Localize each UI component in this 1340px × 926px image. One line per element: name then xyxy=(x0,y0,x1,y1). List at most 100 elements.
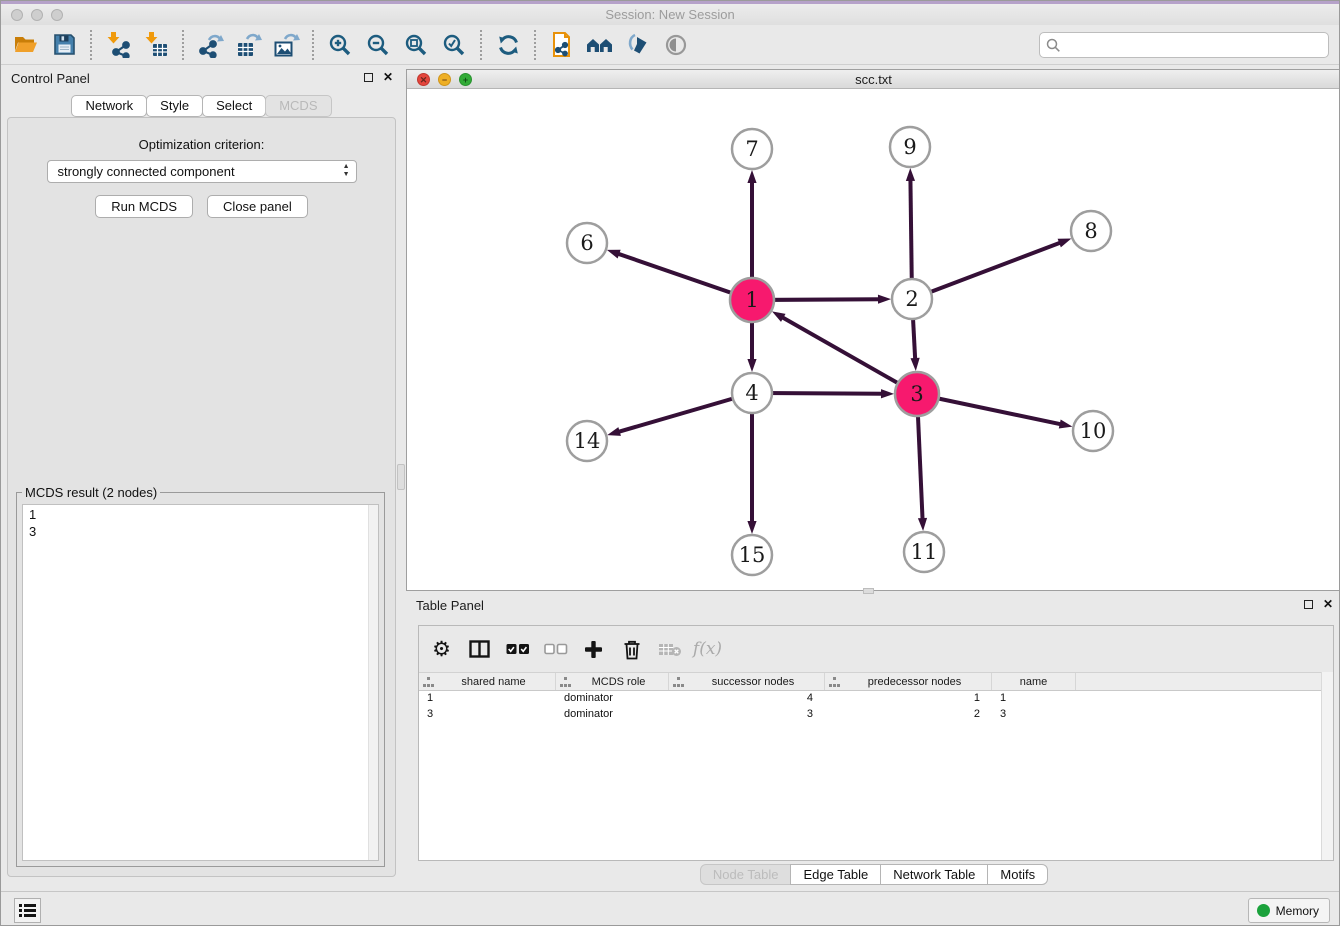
table-tabs: Node TableEdge TableNetwork TableMotifs xyxy=(406,864,1340,885)
table-toolbar: ⚙ xyxy=(419,626,1333,672)
frame-splitter-grip[interactable] xyxy=(863,588,874,594)
graph-node-8[interactable]: 8 xyxy=(1071,211,1111,251)
status-bar: Memory xyxy=(1,891,1339,926)
zoom-in-button[interactable] xyxy=(321,28,359,62)
gestures-button[interactable] xyxy=(619,28,657,62)
svg-text:3: 3 xyxy=(910,382,923,406)
graph-node-15[interactable]: 15 xyxy=(732,535,772,575)
tab-style[interactable]: Style xyxy=(146,95,203,117)
import-table-button[interactable] xyxy=(137,28,175,62)
import-network-button[interactable] xyxy=(99,28,137,62)
panel-splitter-grip[interactable] xyxy=(397,464,405,490)
open-session-button[interactable] xyxy=(7,28,45,62)
equation-builder-button[interactable]: f(x) xyxy=(693,634,722,664)
svg-text:15: 15 xyxy=(739,543,766,567)
deselect-all-button[interactable] xyxy=(541,634,570,664)
tab-network[interactable]: Network xyxy=(71,95,147,117)
table-tab-network-table[interactable]: Network Table xyxy=(880,864,988,885)
table-cell: 3 xyxy=(669,707,825,723)
result-scrollbar[interactable] xyxy=(368,505,378,860)
gesture-icon xyxy=(626,32,650,57)
svg-text:4: 4 xyxy=(745,381,758,405)
graph-node-3[interactable]: 3 xyxy=(895,372,939,416)
edge-arrowhead xyxy=(918,518,927,531)
select-all-button[interactable] xyxy=(503,634,532,664)
search-input[interactable] xyxy=(1039,32,1329,58)
refresh-icon xyxy=(496,33,521,57)
zoom-selected-icon xyxy=(442,33,466,57)
table-cell: 1 xyxy=(992,691,1076,707)
svg-text:11: 11 xyxy=(911,540,938,564)
close-table-panel-icon[interactable]: ✕ xyxy=(1323,599,1333,609)
svg-text:1: 1 xyxy=(745,288,758,312)
float-panel-icon[interactable] xyxy=(364,73,373,82)
zoom-selected-button[interactable] xyxy=(435,28,473,62)
function-icon: f(x) xyxy=(693,639,722,659)
edge-arrowhead xyxy=(911,358,920,371)
graph-node-2[interactable]: 2 xyxy=(892,279,932,319)
main-area: Control Panel ✕ NetworkStyleSelectMCDS O… xyxy=(1,65,1339,891)
export-network-button[interactable] xyxy=(191,28,229,62)
run-mcds-button[interactable]: Run MCDS xyxy=(95,195,193,218)
close-panel-icon[interactable]: ✕ xyxy=(383,72,393,82)
create-column-button[interactable] xyxy=(579,634,608,664)
clone-network-button[interactable] xyxy=(543,28,581,62)
apply-layout-button[interactable] xyxy=(489,28,527,62)
table-panel-header: Table Panel ✕ xyxy=(406,596,1340,618)
memory-button[interactable]: Memory xyxy=(1248,898,1330,923)
show-column-panel-button[interactable] xyxy=(465,634,494,664)
mcds-result-text[interactable]: 1 3 xyxy=(22,504,379,861)
graph-node-7[interactable]: 7 xyxy=(732,129,772,169)
column-type-icon xyxy=(560,677,571,687)
graph-node-9[interactable]: 9 xyxy=(890,127,930,167)
graph-edge-3-1[interactable] xyxy=(782,317,917,394)
save-floppy-icon xyxy=(53,33,76,56)
delete-table-button[interactable] xyxy=(655,634,684,664)
mcds-tab-content: Optimization criterion: strongly connect… xyxy=(7,117,396,877)
table-row[interactable]: 1dominator411 xyxy=(419,691,1333,707)
show-details-button[interactable] xyxy=(657,28,695,62)
save-session-button[interactable] xyxy=(45,28,83,62)
table-cell: 3 xyxy=(992,707,1076,723)
graph-node-14[interactable]: 14 xyxy=(567,421,607,461)
zoom-out-button[interactable] xyxy=(359,28,397,62)
edge-arrowhead xyxy=(607,250,621,259)
table-scrollbar[interactable] xyxy=(1321,672,1333,860)
graph-node-10[interactable]: 10 xyxy=(1073,411,1113,451)
column-header-successor-nodes[interactable]: successor nodes xyxy=(669,673,825,690)
zoom-fit-button[interactable] xyxy=(397,28,435,62)
tab-mcds[interactable]: MCDS xyxy=(265,95,331,117)
column-header-shared-name[interactable]: shared name xyxy=(419,673,556,690)
columns-icon xyxy=(469,640,490,658)
column-header-name[interactable]: name xyxy=(992,673,1076,690)
table-tab-node-table[interactable]: Node Table xyxy=(700,864,792,885)
edge-arrowhead xyxy=(906,168,915,181)
graph-node-6[interactable]: 6 xyxy=(567,223,607,263)
float-table-panel-icon[interactable] xyxy=(1304,600,1313,609)
close-panel-button[interactable]: Close panel xyxy=(207,195,308,218)
toolbar-separator xyxy=(90,30,92,60)
select-all-icon xyxy=(506,643,530,655)
column-header-predecessor-nodes[interactable]: predecessor nodes xyxy=(825,673,992,690)
table-settings-button[interactable]: ⚙ xyxy=(427,634,456,664)
tab-select[interactable]: Select xyxy=(202,95,266,117)
graph-node-1[interactable]: 1 xyxy=(730,278,774,322)
delete-columns-button[interactable] xyxy=(617,634,646,664)
table-tab-motifs[interactable]: Motifs xyxy=(987,864,1048,885)
task-history-button[interactable] xyxy=(14,898,41,923)
column-header-MCDS-role[interactable]: MCDS role xyxy=(556,673,669,690)
network-frame-titlebar: ✕ − + scc.txt xyxy=(407,70,1340,89)
criterion-select[interactable]: strongly connected component ▲▼ xyxy=(47,160,357,183)
graph-node-11[interactable]: 11 xyxy=(904,532,944,572)
graph-node-4[interactable]: 4 xyxy=(732,373,772,413)
export-image-button[interactable] xyxy=(267,28,305,62)
graph-edge-2-8[interactable] xyxy=(912,242,1061,299)
svg-text:6: 6 xyxy=(580,231,593,255)
export-table-button[interactable] xyxy=(229,28,267,62)
table-row[interactable]: 3dominator323 xyxy=(419,707,1333,723)
mcds-result-group: MCDS result (2 nodes) 1 3 xyxy=(16,492,385,867)
table-tab-edge-table[interactable]: Edge Table xyxy=(790,864,881,885)
right-column: ✕ − + scc.txt 7 9 6 8 1 2 4 3 14 10 15 11 Table Pan… xyxy=(406,69,1340,885)
network-graph[interactable]: 7 9 6 8 1 2 4 3 14 10 15 11 xyxy=(407,89,1340,590)
home-button[interactable] xyxy=(581,28,619,62)
